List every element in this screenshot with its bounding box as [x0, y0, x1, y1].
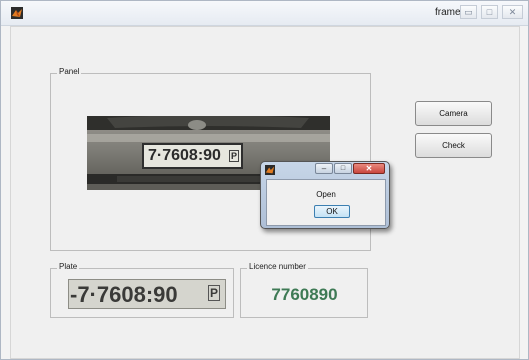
cropped-plate-text: -7·7608:90: [70, 282, 178, 307]
licence-number-legend: Licence number: [247, 262, 308, 271]
photo-plate-text: 7·7608:90: [148, 147, 221, 164]
matlab-figure-window: frame ▭ □ ✕ Panel 7·7608:90 P Camera Che…: [0, 0, 529, 360]
dialog-message: Open: [316, 190, 336, 199]
open-dialog[interactable]: – □ ✕ Open OK: [260, 161, 390, 229]
panel-legend: Panel: [57, 67, 82, 76]
close-button[interactable]: ✕: [502, 5, 523, 19]
dialog-maximize-button[interactable]: □: [334, 163, 352, 174]
photo-plate-side: P: [228, 150, 239, 162]
cropped-plate-side: P: [207, 285, 220, 301]
check-button[interactable]: Check: [415, 133, 492, 158]
plate-group: Plate -7·7608:90 P: [50, 262, 234, 318]
dialog-body: Open OK: [266, 179, 386, 226]
cropped-plate-image: -7·7608:90 P: [68, 279, 226, 309]
dialog-close-button[interactable]: ✕: [353, 163, 385, 174]
ok-button[interactable]: OK: [314, 205, 350, 218]
title-bar[interactable]: frame ▭ □ ✕: [1, 1, 528, 26]
dialog-matlab-icon: [265, 165, 275, 175]
matlab-icon: [11, 7, 23, 19]
dialog-minimize-button[interactable]: –: [315, 163, 333, 174]
licence-number-value: 7760890: [271, 285, 338, 304]
minimize-button[interactable]: ▭: [460, 5, 477, 19]
plate-legend: Plate: [57, 262, 80, 271]
licence-number-group: Licence number 7760890: [240, 262, 368, 318]
maximize-button[interactable]: □: [481, 5, 498, 19]
window-title: frame: [435, 7, 461, 18]
photo-license-plate: 7·7608:90 P: [142, 143, 243, 169]
camera-button[interactable]: Camera: [415, 101, 492, 126]
